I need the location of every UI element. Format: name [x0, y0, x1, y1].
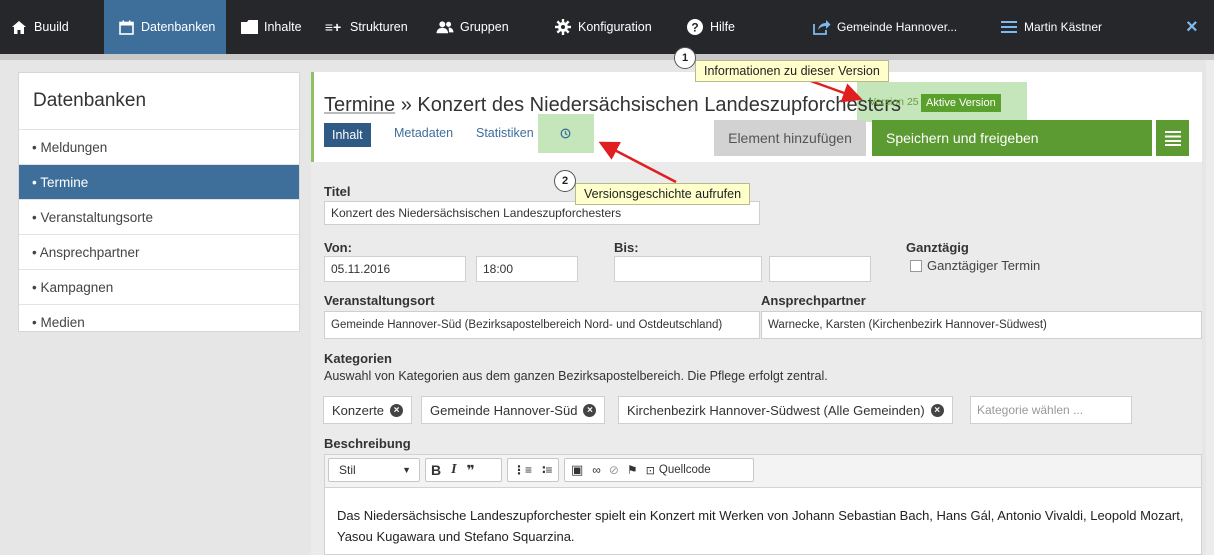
callout-number: 2	[554, 170, 576, 192]
callout-version-info: Informationen zu dieser Version	[695, 60, 889, 82]
annotation-arrows	[598, 78, 863, 184]
scrollbar[interactable]	[1206, 60, 1214, 555]
callout-number: 1	[674, 47, 696, 69]
callout-history: Versionsgeschichte aufrufen	[575, 183, 751, 205]
